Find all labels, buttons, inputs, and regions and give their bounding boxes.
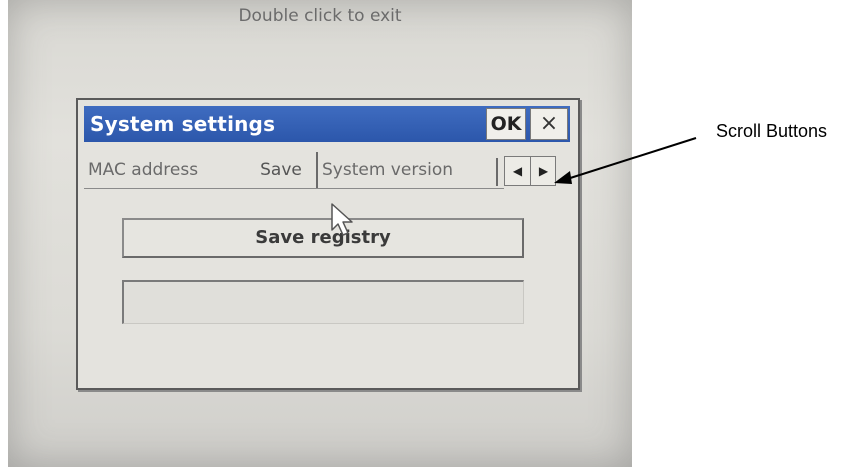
arrow-left-icon: ◀: [512, 164, 523, 178]
scroll-left-button[interactable]: ◀: [505, 157, 531, 185]
tab-bar: MAC address Save System version ◀ ▶: [84, 152, 570, 190]
tab-scroll-buttons: ◀ ▶: [504, 156, 556, 186]
device-screen: Double click to exit System settings OK …: [8, 0, 632, 467]
tab-mac-address[interactable]: MAC address: [88, 152, 198, 188]
mouse-cursor-icon: [331, 203, 353, 236]
tab-divider: [496, 158, 498, 186]
status-field: [122, 280, 524, 324]
dialog-titlebar: System settings OK ×: [84, 106, 570, 142]
arrow-right-icon: ▶: [538, 164, 549, 178]
save-registry-button[interactable]: Save registry: [122, 218, 524, 258]
dialog-title: System settings: [90, 112, 276, 136]
page: Double click to exit System settings OK …: [0, 0, 867, 467]
annotation-arrow-icon: [554, 137, 697, 184]
tab-save[interactable]: Save: [246, 152, 318, 188]
annotation-label: Scroll Buttons: [716, 121, 828, 141]
system-settings-dialog: System settings OK × MAC address Save Sy…: [76, 98, 580, 390]
tab-underline: [84, 188, 504, 189]
tab-system-version[interactable]: System version: [322, 152, 453, 188]
ok-button[interactable]: OK: [486, 108, 526, 140]
exit-hint[interactable]: Double click to exit: [8, 6, 632, 26]
